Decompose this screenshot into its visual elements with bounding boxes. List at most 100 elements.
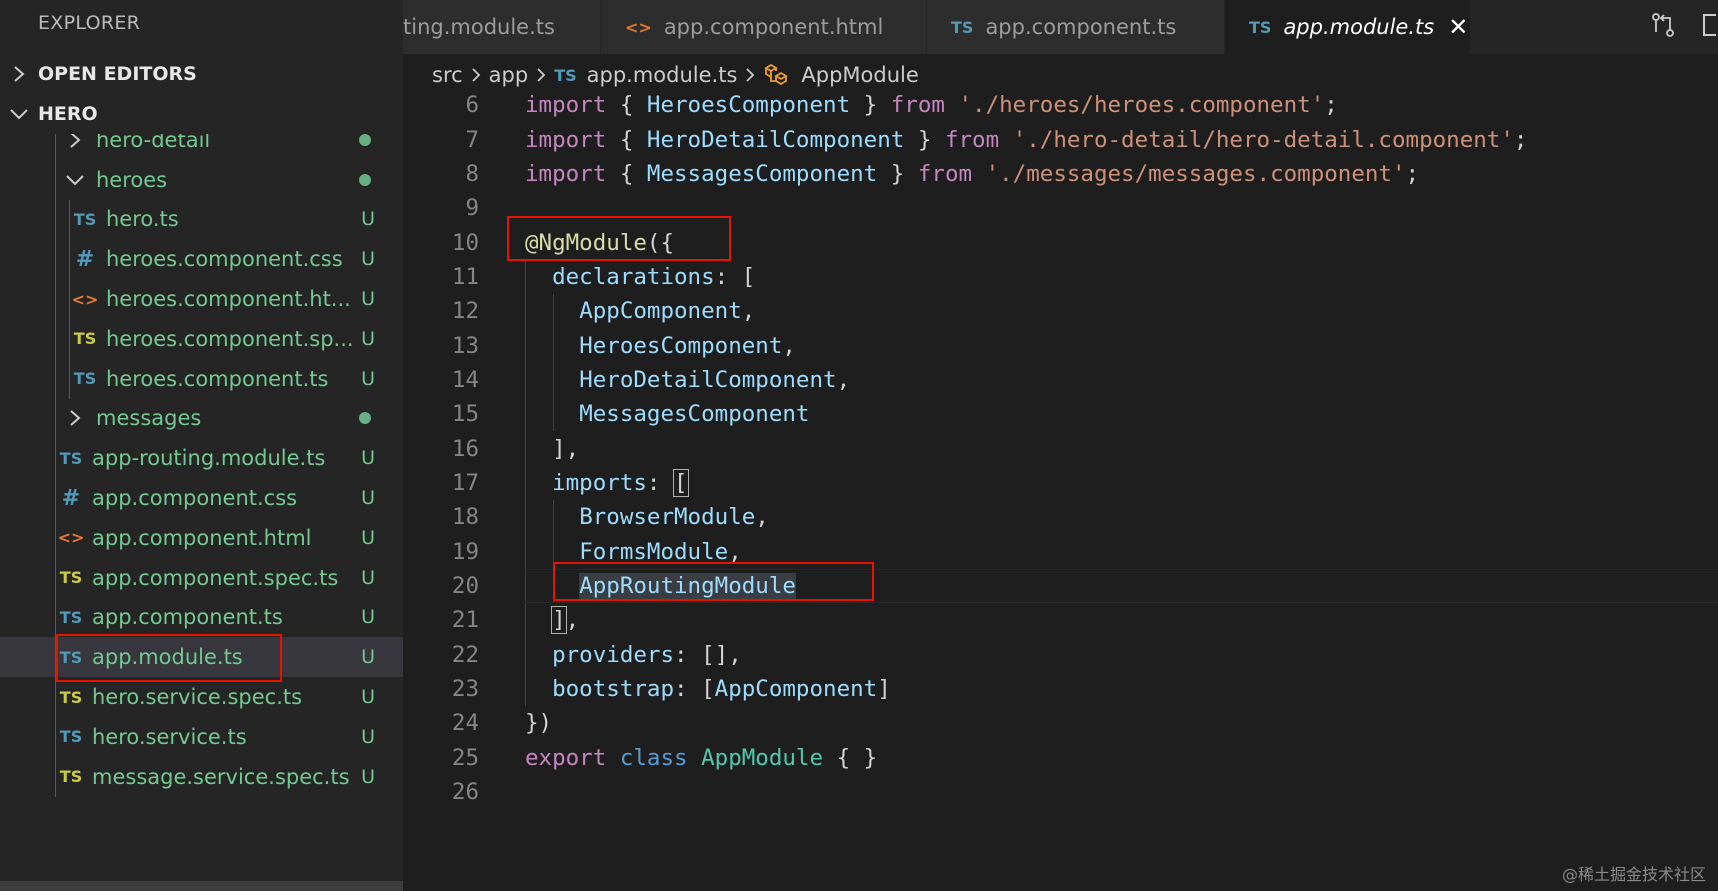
file-tree-item[interactable]: <> heroes.component.ht... U (0, 279, 403, 319)
code-token: from (944, 126, 1000, 153)
file-tree-item-label: heroes.component.css (106, 247, 343, 272)
code-line: 11 declarations: [ (403, 259, 1718, 295)
code-token: }) (525, 710, 553, 737)
file-tree-item[interactable]: TS app-routing.module.ts U (0, 438, 403, 479)
file-tree-item[interactable]: heroes (0, 159, 403, 200)
chevron-right-icon (471, 66, 481, 84)
breadcrumb-item-src[interactable]: src (432, 63, 463, 87)
tab-app-routing-module[interactable]: ting.module.ts (403, 0, 601, 54)
indent-guide (55, 239, 56, 280)
line-number: 19 (451, 538, 479, 565)
indent-guide (55, 637, 56, 678)
code-token: ; (1324, 92, 1338, 119)
file-tree-item[interactable]: TS app.component.spec.ts U (0, 557, 403, 598)
code-token: } (850, 92, 891, 119)
code-token: ], (525, 435, 580, 462)
line-number: 9 (465, 195, 479, 222)
compare-changes-icon[interactable] (1650, 12, 1676, 42)
git-status-badge: U (361, 367, 375, 390)
code-token: ] (877, 676, 891, 703)
file-tree-item[interactable]: TS hero.service.ts U (0, 716, 403, 757)
code-token: , (836, 366, 851, 393)
typescript-file-icon: TS (1249, 17, 1272, 37)
code-line: 20 AppRoutingModule (403, 568, 1718, 604)
tab-app-component-ts[interactable]: TS app.component.ts (927, 0, 1225, 54)
file-tree-item-label: heroes.component.ht... (106, 287, 351, 312)
close-icon[interactable]: ✕ (1448, 13, 1468, 41)
section-open-editors[interactable]: OPEN EDITORS (0, 54, 403, 94)
section-project-hero[interactable]: HERO (0, 94, 403, 134)
code-token: import (525, 160, 607, 187)
watermark: @稀土掘金技术社区 (1561, 865, 1706, 884)
file-tree-item[interactable]: TS heroes.component.sp... U (0, 318, 403, 359)
typescript-file-icon: TS (59, 607, 83, 627)
code-text: AppRoutingModule (525, 572, 796, 599)
line-number: 7 (465, 126, 479, 153)
file-tree-item[interactable]: TS app.component.ts U (0, 597, 403, 638)
code-text: AppComponent, (525, 298, 755, 324)
code-token: import (525, 92, 607, 119)
file-tree-item[interactable]: hero-detail (0, 134, 403, 160)
indent-guide (55, 199, 56, 240)
code-text: import { MessagesComponent } from './mes… (525, 161, 1419, 187)
code-token: } (904, 126, 945, 153)
line-number: 15 (451, 401, 479, 428)
indent-guide (69, 318, 70, 359)
code-token: export (525, 744, 607, 771)
code-text: ], (525, 436, 579, 462)
file-tree-item[interactable]: # heroes.component.css U (0, 239, 403, 280)
code-token: class (619, 744, 688, 771)
css-file-icon: # (61, 485, 81, 511)
indent-guide (55, 716, 56, 757)
code-text: import { HeroesComponent } from './heroe… (525, 92, 1338, 118)
code-text: HeroesComponent, (525, 333, 796, 359)
code-text: bootstrap: [AppComponent] (525, 676, 891, 702)
code-line: 12 AppComponent, (403, 294, 1718, 329)
code-line: 16 ], (403, 431, 1718, 466)
code-editor[interactable]: 6 import { HeroesComponent } from './hero… (403, 88, 1718, 891)
file-tree-item[interactable]: TS heroes.component.ts U (0, 358, 403, 399)
line-number: 12 (451, 298, 479, 325)
breadcrumb-item-file[interactable]: app.module.ts (587, 63, 738, 87)
breadcrumb-item-symbol[interactable]: AppModule (801, 63, 918, 87)
file-tree-item[interactable]: TS hero.ts U (0, 199, 403, 240)
modified-dot-icon (359, 134, 371, 146)
file-tree-item[interactable]: messages (0, 398, 403, 439)
file-tree-item[interactable]: <> app.component.html U (0, 517, 403, 558)
code-line: 21 ], (403, 603, 1718, 638)
line-number: 24 (451, 710, 479, 737)
code-text: import { HeroDetailComponent } from './h… (525, 127, 1527, 153)
code-line: 8 import { MessagesComponent } from './me… (403, 157, 1718, 191)
tab-app-module-ts[interactable]: TS app.module.ts ✕ (1225, 0, 1471, 54)
file-tree-item[interactable]: TS app.module.ts U (0, 637, 403, 678)
tab-label: app.component.ts (985, 15, 1177, 39)
git-status-badge: U (361, 526, 375, 549)
split-editor-icon[interactable] (1702, 12, 1718, 42)
code-token: : [], (674, 641, 742, 668)
html-file-icon: <> (57, 528, 85, 548)
breadcrumb-item-app[interactable]: app (489, 63, 529, 87)
typescript-spec-file-icon: TS (59, 767, 83, 787)
code-line: 26 (403, 775, 1718, 809)
tab-app-component-html[interactable]: <> app.component.html (601, 0, 927, 54)
sidebar-scrollbar[interactable] (0, 881, 403, 891)
code-line: 25 export class AppModule { } (403, 741, 1718, 775)
file-tree-item[interactable]: # app.component.css U (0, 478, 403, 518)
code-token: , (782, 332, 796, 359)
indent-guide (55, 279, 56, 319)
file-tree-item[interactable]: TS hero.service.spec.ts U (0, 677, 403, 717)
file-tree-item[interactable]: TS message.service.spec.ts U (0, 756, 403, 797)
tab-label: app.module.ts (1283, 15, 1435, 39)
explorer-title: EXPLORER (38, 12, 141, 34)
code-token: ; (1513, 126, 1528, 153)
line-number: 10 (451, 229, 479, 256)
